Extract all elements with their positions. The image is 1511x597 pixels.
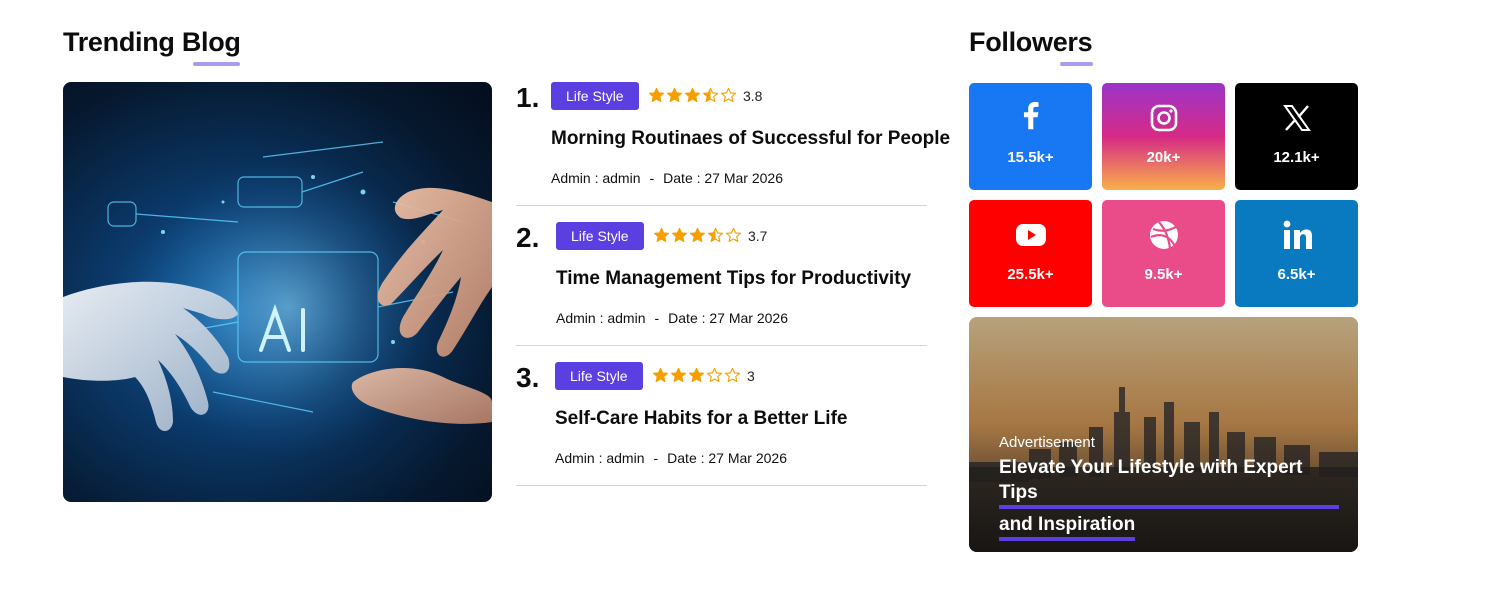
ad-headline-line1[interactable]: Elevate Your Lifestyle with Expert Tips (999, 455, 1339, 509)
follower-count: 6.5k+ (1277, 266, 1316, 283)
star-full-icon (652, 367, 669, 383)
ad-label: Advertisement (999, 434, 1095, 451)
title-underline (1060, 62, 1093, 66)
linkedin-icon (1235, 219, 1358, 251)
star-full-icon (688, 367, 705, 383)
facebook-icon (969, 102, 1092, 134)
category-badge[interactable]: Life Style (556, 222, 644, 250)
featured-post-image[interactable] (63, 82, 492, 502)
linkedin-followers-tile[interactable]: 6.5k+ (1235, 200, 1358, 307)
followers-title-part1: Follow (969, 27, 1053, 57)
follower-count: 12.1k+ (1273, 149, 1320, 166)
star-empty-icon (724, 367, 741, 383)
post-number: 1. (516, 82, 540, 113)
star-empty-icon (706, 367, 723, 383)
post-title[interactable]: Self-Care Habits for a Better Life (555, 408, 847, 430)
dribbble-icon (1102, 219, 1225, 251)
advertisement-banner[interactable]: Advertisement Elevate Your Lifestyle wit… (969, 317, 1358, 552)
follower-count: 15.5k+ (1007, 149, 1054, 166)
post-date: Date : 27 Mar 2026 (668, 310, 789, 326)
x-icon (1235, 102, 1358, 134)
rating-value: 3 (747, 367, 755, 384)
star-full-icon (671, 227, 688, 243)
followers-title: Followers (969, 27, 1093, 66)
star-full-icon (670, 367, 687, 383)
follower-count: 25.5k+ (1007, 266, 1054, 283)
star-full-icon (666, 87, 683, 103)
trending-title-word2: Blog (181, 27, 241, 57)
meta-separator: - (649, 170, 655, 186)
follower-count: 9.5k+ (1144, 266, 1183, 283)
category-badge[interactable]: Life Style (555, 362, 643, 390)
meta-separator: - (653, 450, 659, 466)
category-badge[interactable]: Life Style (551, 82, 639, 110)
youtube-followers-tile[interactable]: 25.5k+ (969, 200, 1092, 307)
meta-separator: - (654, 310, 660, 326)
youtube-icon (969, 219, 1092, 251)
trending-post-1[interactable]: 1. Life Style 3.8 Morning Routinaes of S… (516, 82, 950, 206)
rating-value: 3.7 (748, 227, 768, 244)
post-meta: Admin : admin - Date : 27 Mar 2026 (555, 450, 787, 466)
x-followers-tile[interactable]: 12.1k+ (1235, 83, 1358, 190)
post-number: 3. (516, 362, 540, 393)
trending-post-3[interactable]: 3. Life Style 3 Self-Care Habits for a B… (516, 362, 927, 486)
trending-title-word1: Trending (63, 27, 175, 57)
ai-hand-illustration (63, 141, 492, 457)
post-author[interactable]: Admin : admin (551, 170, 640, 186)
star-full-icon (689, 227, 706, 243)
trending-post-2[interactable]: 2. Life Style 3.7 Time Management Tips f… (516, 222, 927, 346)
post-meta: Admin : admin - Date : 27 Mar 2026 (556, 310, 788, 326)
star-full-icon (653, 227, 670, 243)
dribbble-followers-tile[interactable]: 9.5k+ (1102, 200, 1225, 307)
title-underline (193, 62, 240, 66)
trending-blog-title: Trending Blog (63, 27, 241, 66)
facebook-followers-tile[interactable]: 15.5k+ (969, 83, 1092, 190)
ad-headline-line2[interactable]: and Inspiration (999, 512, 1136, 541)
star-half-icon (707, 227, 724, 243)
post-author[interactable]: Admin : admin (556, 310, 645, 326)
post-date: Date : 27 Mar 2026 (663, 170, 784, 186)
star-empty-icon (720, 87, 737, 103)
post-author[interactable]: Admin : admin (555, 450, 644, 466)
ad-headline[interactable]: Elevate Your Lifestyle with Expert Tips … (999, 455, 1339, 541)
followers-title-part2: ers (1052, 27, 1093, 57)
post-meta: Admin : admin - Date : 27 Mar 2026 (551, 170, 783, 186)
star-half-icon (702, 87, 719, 103)
star-empty-icon (725, 227, 742, 243)
follower-count: 20k+ (1146, 149, 1181, 166)
post-number: 2. (516, 222, 540, 253)
post-title[interactable]: Morning Routinaes of Successful for Peop… (551, 128, 950, 150)
post-title[interactable]: Time Management Tips for Productivity (556, 268, 911, 290)
star-rating: 3.7 (653, 227, 767, 244)
star-rating: 3.8 (648, 87, 762, 104)
post-date: Date : 27 Mar 2026 (667, 450, 788, 466)
star-rating: 3 (652, 367, 755, 384)
instagram-icon (1102, 102, 1225, 134)
star-full-icon (684, 87, 701, 103)
rating-value: 3.8 (743, 87, 763, 104)
instagram-followers-tile[interactable]: 20k+ (1102, 83, 1225, 190)
star-full-icon (648, 87, 665, 103)
